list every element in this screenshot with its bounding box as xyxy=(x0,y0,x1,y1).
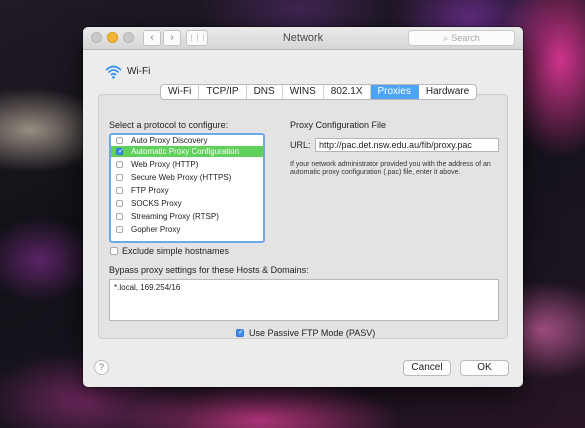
wifi-icon xyxy=(105,65,122,79)
search-icon: ⌕ xyxy=(443,33,449,43)
checkmark-icon: ✓ xyxy=(118,148,124,155)
search-input[interactable]: ⌕ Search xyxy=(408,30,515,46)
url-label: URL: xyxy=(290,140,311,150)
protocol-item-auto-discovery[interactable]: Auto Proxy Discovery xyxy=(111,135,263,146)
tab-hardware[interactable]: Hardware xyxy=(419,85,476,99)
tab-proxies[interactable]: Proxies xyxy=(370,85,419,99)
tab-wins[interactable]: WINS xyxy=(283,85,324,99)
checkbox[interactable] xyxy=(116,200,123,207)
title-bar: ‹ › ⋮⋮⋮ Network ⌕ Search xyxy=(83,27,523,50)
protocol-item-streaming-proxy[interactable]: Streaming Proxy (RTSP) xyxy=(111,211,263,222)
url-field[interactable]: http://pac.det.nsw.edu.au/fib/proxy.pac xyxy=(315,138,499,152)
checkbox[interactable] xyxy=(116,137,123,144)
passive-ftp-checkbox[interactable]: ✓ xyxy=(236,329,244,337)
protocol-list[interactable]: Auto Proxy Discovery ✓ Automatic Proxy Co… xyxy=(109,133,265,243)
bypass-label: Bypass proxy settings for these Hosts & … xyxy=(109,265,309,275)
protocol-heading: Select a protocol to configure: xyxy=(109,120,229,130)
ok-button[interactable]: OK xyxy=(460,360,509,376)
cancel-button[interactable]: Cancel xyxy=(403,360,451,376)
protocol-item-web-proxy[interactable]: Web Proxy (HTTP) xyxy=(111,159,263,170)
help-text: If your network administrator provided y… xyxy=(290,161,491,176)
checkmark-icon: ✓ xyxy=(238,329,244,336)
network-window: ‹ › ⋮⋮⋮ Network ⌕ Search Wi-Fi Select a p… xyxy=(83,27,523,387)
exclude-hostnames-label: Exclude simple hostnames xyxy=(122,246,230,256)
protocol-item-ftp-proxy[interactable]: FTP Proxy xyxy=(111,185,263,196)
checkbox[interactable] xyxy=(116,161,123,168)
search-placeholder: Search xyxy=(451,33,480,43)
proxies-panel: Select a protocol to configure: Auto Pro… xyxy=(98,94,508,339)
checkbox[interactable] xyxy=(116,226,123,233)
tab-bar: Wi-Fi TCP/IP DNS WINS 802.1X Proxies Har… xyxy=(160,84,478,100)
bypass-textarea[interactable]: *.local, 169.254/16 xyxy=(109,279,499,321)
checkbox[interactable] xyxy=(116,187,123,194)
checkbox[interactable] xyxy=(116,213,123,220)
checkbox[interactable]: ✓ xyxy=(116,148,124,155)
protocol-item-secure-web-proxy[interactable]: Secure Web Proxy (HTTPS) xyxy=(111,172,263,183)
config-heading: Proxy Configuration File xyxy=(290,120,387,130)
tab-tcpip[interactable]: TCP/IP xyxy=(199,85,247,99)
protocol-item-gopher-proxy[interactable]: Gopher Proxy xyxy=(111,224,263,235)
protocol-item-automatic-configuration[interactable]: ✓ Automatic Proxy Configuration xyxy=(111,146,263,157)
checkbox[interactable] xyxy=(116,174,123,181)
interface-name: Wi-Fi xyxy=(127,66,151,77)
passive-ftp-label: Use Passive FTP Mode (PASV) xyxy=(249,328,376,338)
tab-8021x[interactable]: 802.1X xyxy=(324,85,371,99)
exclude-hostnames-checkbox[interactable] xyxy=(110,247,118,255)
help-button[interactable]: ? xyxy=(94,360,109,375)
tab-dns[interactable]: DNS xyxy=(247,85,283,99)
tab-wifi[interactable]: Wi-Fi xyxy=(161,85,200,99)
protocol-item-socks-proxy[interactable]: SOCKS Proxy xyxy=(111,198,263,209)
